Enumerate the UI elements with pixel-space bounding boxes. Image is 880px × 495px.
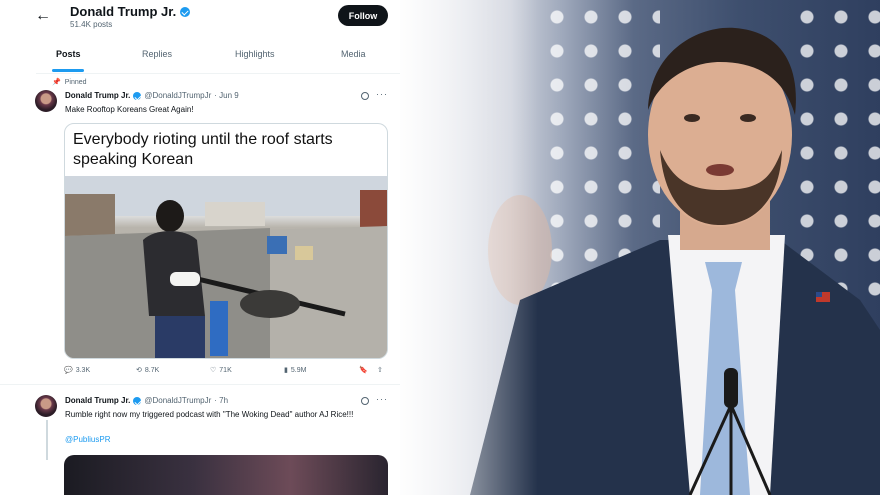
tab-posts[interactable]: Posts	[56, 49, 81, 59]
profile-name-row: Donald Trump Jr.	[70, 4, 191, 19]
meme-caption: Everybody rioting until the roof starts …	[73, 131, 333, 168]
share-icon: ⇧	[377, 367, 383, 374]
pinned-label: Pinned	[64, 78, 87, 86]
tweet-header: Donald Trump Jr. @DonaldJTrumpJr · 7h	[65, 396, 228, 405]
avatar[interactable]	[35, 395, 57, 417]
tweet-header: Donald Trump Jr. @DonaldJTrumpJr · Jun 9	[65, 91, 239, 100]
tweet-author-name[interactable]: Donald Trump Jr.	[65, 91, 130, 100]
reply-button[interactable]: 💬 3.3K	[64, 366, 91, 375]
avatar[interactable]	[35, 90, 57, 112]
tweet-date[interactable]: · Jun 9	[214, 91, 238, 100]
bookmark-icon: 🔖	[359, 367, 368, 374]
tweet-text: Rumble right now my triggered podcast wi…	[65, 410, 354, 419]
tweet-date[interactable]: · 7h	[214, 396, 228, 405]
tweet-author-name[interactable]: Donald Trump Jr.	[65, 396, 130, 405]
share-button[interactable]: ⇧	[377, 366, 383, 374]
views-count: 5.9M	[290, 366, 307, 374]
profile-panel: ← Donald Trump Jr. 51.4K posts Follow Po…	[0, 0, 400, 495]
rooftop-scene	[65, 176, 387, 358]
repost-count: 8.7K	[144, 366, 160, 374]
profile-name: Donald Trump Jr.	[70, 4, 177, 19]
pin-icon: 📌	[52, 79, 61, 86]
more-options-icon[interactable]: ···	[376, 394, 388, 404]
bookmark-button[interactable]: 🔖	[359, 366, 368, 374]
profile-header: ← Donald Trump Jr. 51.4K posts Follow	[0, 0, 400, 36]
verified-badge-icon	[133, 91, 142, 100]
like-count: 71K	[219, 366, 232, 374]
repost-button[interactable]: ⟲ 8.7K	[136, 366, 160, 375]
tweet-media-card[interactable]	[64, 455, 388, 495]
reply-count: 3.3K	[75, 366, 91, 374]
grok-icon[interactable]	[361, 397, 369, 405]
verified-badge-icon	[180, 6, 191, 17]
tweet-author-handle[interactable]: @DonaldJTrumpJr	[144, 91, 211, 100]
tweet-author-handle[interactable]: @DonaldJTrumpJr	[144, 396, 211, 405]
tweet-media-card[interactable]: Everybody rioting until the roof starts …	[64, 123, 388, 359]
repost-icon: ⟲	[136, 367, 142, 374]
reply-icon: 💬	[64, 367, 73, 374]
tweet-text: Make Rooftop Koreans Great Again!	[65, 105, 194, 114]
views-icon: ▮	[284, 367, 288, 374]
views-button[interactable]: ▮ 5.9M	[284, 366, 307, 375]
tweet-divider	[0, 384, 400, 385]
profile-tabs: Posts Replies Highlights Media	[36, 44, 400, 74]
follow-button[interactable]: Follow	[338, 5, 388, 26]
heart-icon: ♡	[210, 367, 217, 374]
posts-count: 51.4K posts	[70, 20, 113, 29]
more-options-icon[interactable]: ···	[376, 89, 388, 99]
tweet-actions: 💬 3.3K ⟲ 8.7K ♡ 71K ▮ 5.9M 🔖 ⇧	[64, 366, 388, 380]
tab-replies[interactable]: Replies	[142, 49, 172, 59]
panel-fade-edge	[398, 0, 538, 495]
active-tab-indicator	[52, 69, 84, 72]
like-button[interactable]: ♡ 71K	[210, 366, 232, 375]
mention-link[interactable]: @PubliusPR	[65, 434, 110, 445]
tab-highlights[interactable]: Highlights	[235, 49, 275, 59]
meme-image	[65, 176, 387, 358]
arrow-left-icon[interactable]: ←	[35, 7, 51, 25]
pinned-indicator: 📌 Pinned	[52, 78, 87, 87]
verified-badge-icon	[133, 396, 142, 405]
grok-icon[interactable]	[361, 92, 369, 100]
thread-line	[46, 420, 48, 460]
tab-media[interactable]: Media	[341, 49, 366, 59]
